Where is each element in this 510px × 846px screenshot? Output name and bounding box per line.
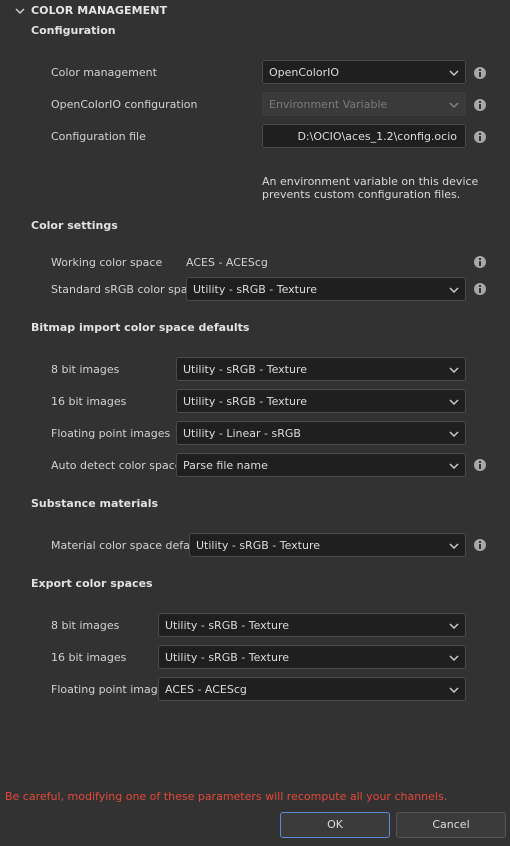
configuration-file-value: D:\OCIO\aces_1.2\config.ocio: [297, 130, 457, 143]
import-8bit-select[interactable]: Utility - sRGB - Texture: [176, 357, 466, 381]
color-management-value: OpenColorIO: [269, 66, 340, 79]
chevron-down-icon: [448, 284, 460, 296]
chevron-down-icon[interactable]: [13, 4, 27, 18]
section-title: COLOR MANAGEMENT: [31, 4, 168, 17]
working-color-space-value: ACES - ACEScg: [186, 256, 268, 269]
export-floating-label: Floating point images: [51, 683, 171, 696]
chevron-down-icon: [448, 540, 460, 552]
info-icon[interactable]: [473, 538, 487, 552]
export-8bit-value: Utility - sRGB - Texture: [165, 619, 289, 632]
chevron-down-icon: [448, 684, 460, 696]
recompute-warning: Be careful, modifying one of these param…: [5, 790, 448, 803]
chevron-down-icon: [448, 364, 460, 376]
chevron-down-icon: [448, 620, 460, 632]
import-floating-select[interactable]: Utility - Linear - sRGB: [176, 421, 466, 445]
material-default-label: Material color space default: [51, 539, 205, 552]
auto-detect-label: Auto detect color spaces: [51, 459, 188, 472]
ok-button[interactable]: OK: [280, 812, 390, 838]
ocio-configuration-select: Environment Variable: [262, 92, 466, 116]
chevron-down-icon: [448, 652, 460, 664]
configuration-title: Configuration: [31, 24, 116, 37]
info-icon[interactable]: [473, 255, 487, 269]
ocio-configuration-label: OpenColorIO configuration: [51, 98, 198, 111]
import-16bit-label: 16 bit images: [51, 395, 127, 408]
chevron-down-icon: [448, 396, 460, 408]
material-default-value: Utility - sRGB - Texture: [196, 539, 320, 552]
auto-detect-value: Parse file name: [183, 459, 268, 472]
standard-srgb-select[interactable]: Utility - sRGB - Texture: [186, 277, 466, 301]
import-8bit-label: 8 bit images: [51, 363, 120, 376]
ocio-configuration-value: Environment Variable: [269, 98, 388, 111]
info-icon[interactable]: [473, 66, 487, 80]
material-default-select[interactable]: Utility - sRGB - Texture: [189, 533, 466, 557]
import-floating-label: Floating point images: [51, 427, 171, 440]
export-16bit-label: 16 bit images: [51, 651, 127, 664]
working-color-space-label: Working color space: [51, 256, 163, 269]
import-16bit-value: Utility - sRGB - Texture: [183, 395, 307, 408]
color-settings-title: Color settings: [31, 219, 118, 232]
standard-srgb-value: Utility - sRGB - Texture: [193, 283, 317, 296]
import-16bit-select[interactable]: Utility - sRGB - Texture: [176, 389, 466, 413]
export-16bit-value: Utility - sRGB - Texture: [165, 651, 289, 664]
auto-detect-select[interactable]: Parse file name: [176, 453, 466, 477]
color-management-section-header[interactable]: COLOR MANAGEMENT: [0, 0, 510, 22]
info-icon[interactable]: [473, 458, 487, 472]
info-icon[interactable]: [473, 130, 487, 144]
bitmap-import-title: Bitmap import color space defaults: [31, 321, 250, 334]
export-color-spaces-title: Export color spaces: [31, 577, 153, 590]
export-floating-value: ACES - ACEScg: [165, 683, 247, 696]
import-floating-value: Utility - Linear - sRGB: [183, 427, 301, 440]
chevron-down-icon: [448, 428, 460, 440]
substance-materials-title: Substance materials: [31, 497, 159, 510]
export-8bit-select[interactable]: Utility - sRGB - Texture: [158, 613, 466, 637]
environment-variable-note: An environment variable on this device p…: [262, 175, 479, 201]
chevron-down-icon: [448, 99, 460, 111]
info-icon[interactable]: [473, 282, 487, 296]
chevron-down-icon: [448, 67, 460, 79]
configuration-file-field[interactable]: D:\OCIO\aces_1.2\config.ocio: [262, 124, 466, 148]
standard-srgb-label: Standard sRGB color space: [51, 283, 201, 296]
color-management-select[interactable]: OpenColorIO: [262, 60, 466, 84]
export-16bit-select[interactable]: Utility - sRGB - Texture: [158, 645, 466, 669]
info-icon[interactable]: [473, 98, 487, 112]
chevron-down-icon: [448, 460, 460, 472]
import-8bit-value: Utility - sRGB - Texture: [183, 363, 307, 376]
export-8bit-label: 8 bit images: [51, 619, 120, 632]
cancel-button[interactable]: Cancel: [396, 812, 506, 838]
color-management-label: Color management: [51, 66, 157, 79]
export-floating-select[interactable]: ACES - ACEScg: [158, 677, 466, 701]
configuration-file-label: Configuration file: [51, 130, 146, 143]
